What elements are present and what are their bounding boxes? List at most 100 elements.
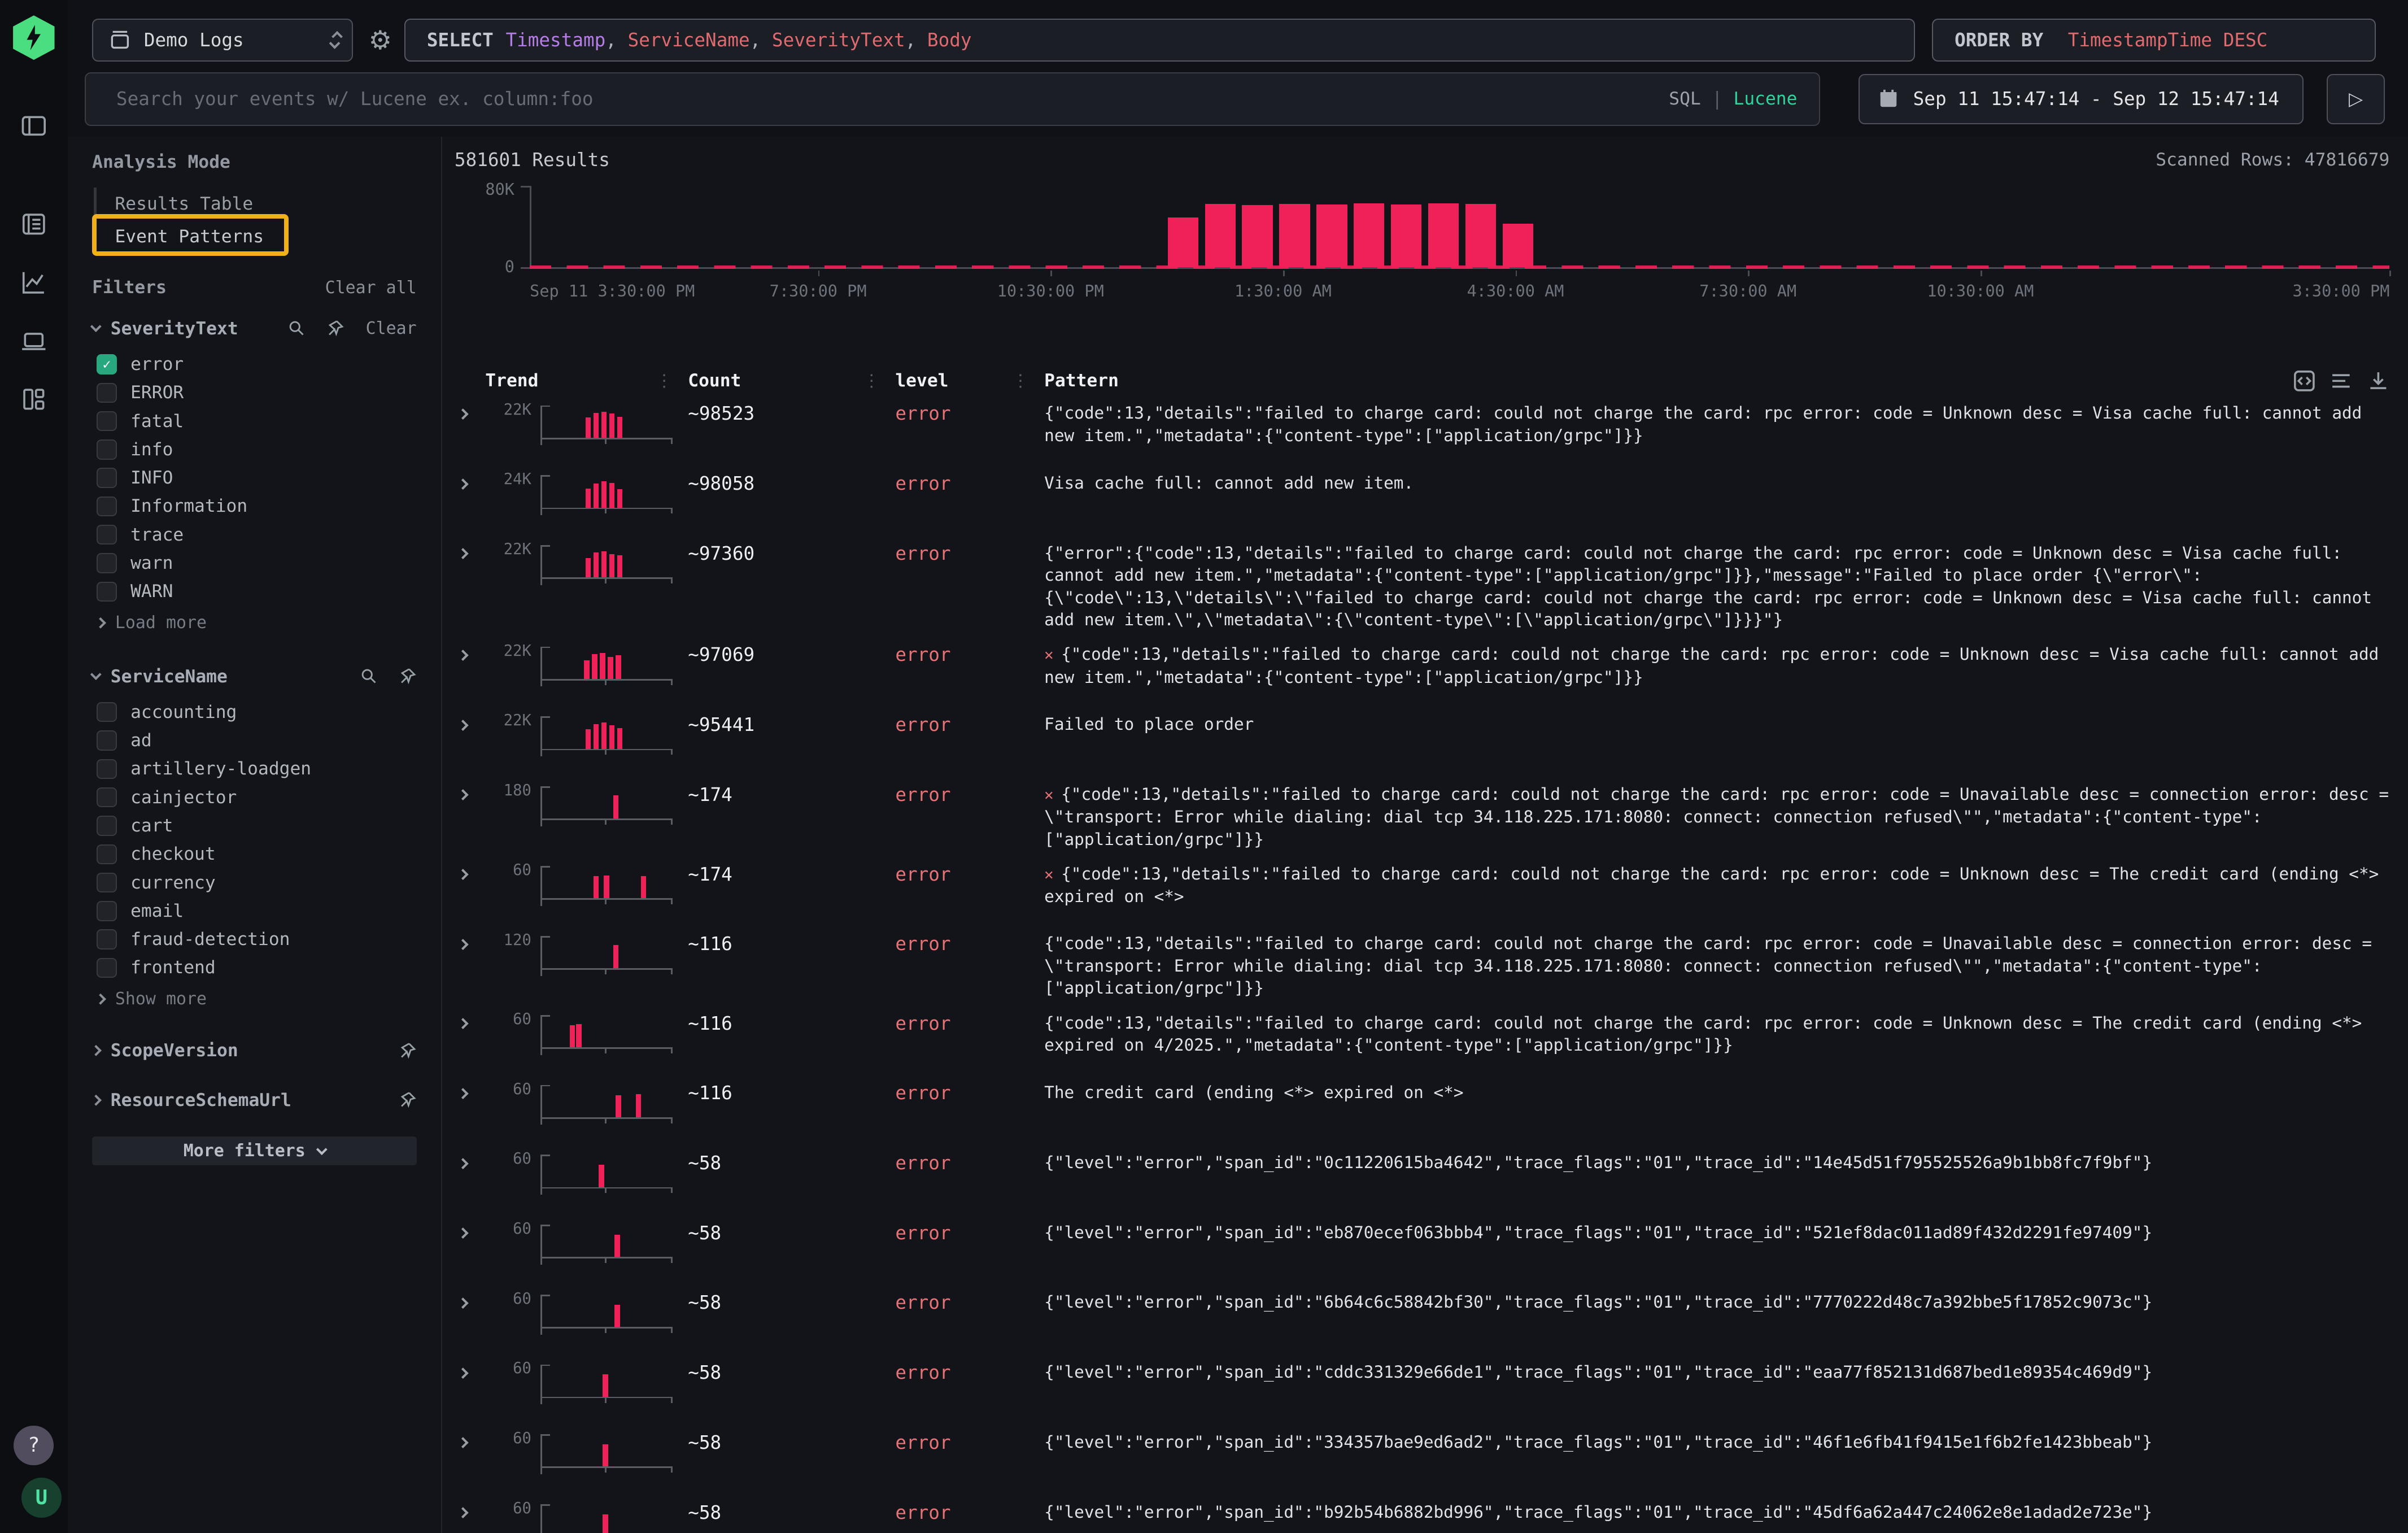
filter-option-WARN[interactable]: WARN	[97, 577, 416, 606]
checkbox[interactable]	[97, 582, 116, 602]
row-expand-chevron[interactable]	[455, 643, 485, 659]
table-row[interactable]: 120 ~116 error {"code":13,"details":"fai…	[455, 927, 2408, 1006]
checkbox[interactable]	[97, 702, 116, 722]
histogram-bar[interactable]	[1465, 204, 1496, 267]
search-icon[interactable]	[360, 667, 378, 686]
histogram-bar[interactable]	[1205, 204, 1236, 267]
dashboards-icon[interactable]	[19, 384, 49, 415]
histogram-bar[interactable]	[1354, 203, 1384, 267]
table-row[interactable]: 24K ~98058 error Visa cache full: cannot…	[455, 466, 2408, 536]
checkbox[interactable]	[97, 844, 116, 864]
pin-icon[interactable]	[398, 1042, 417, 1060]
checkbox[interactable]	[97, 787, 116, 807]
filter-option-error[interactable]: ✓error	[97, 350, 416, 378]
checkbox[interactable]	[97, 553, 116, 573]
checkbox[interactable]	[97, 873, 116, 892]
table-row[interactable]: 60 ~58 error {"level":"error","span_id":…	[455, 1146, 2408, 1216]
filter-option-email[interactable]: email	[97, 897, 416, 925]
row-expand-chevron[interactable]	[455, 1222, 485, 1237]
mode-toggle-lucene[interactable]: Lucene	[1734, 89, 1798, 109]
sql-select-input[interactable]: SELECT Timestamp, ServiceName, SeverityT…	[404, 19, 1915, 62]
checkbox[interactable]	[97, 901, 116, 921]
histogram-bar[interactable]	[1391, 204, 1421, 267]
row-expand-chevron[interactable]	[455, 783, 485, 799]
checkbox[interactable]	[97, 468, 116, 487]
histogram-bar[interactable]	[1242, 205, 1272, 267]
table-row[interactable]: 180 ~174 error ✕{"code":13,"details":"fa…	[455, 777, 2408, 857]
row-expand-chevron[interactable]	[455, 933, 485, 948]
table-row[interactable]: 60 ~58 error {"level":"error","span_id":…	[455, 1216, 2408, 1286]
col-header-level[interactable]: level	[895, 371, 948, 391]
col-header-count[interactable]: Count	[688, 371, 741, 391]
mode-event-patterns[interactable]: Event Patterns	[94, 220, 417, 253]
col-header-trend[interactable]: Trend	[485, 371, 538, 391]
checkbox[interactable]	[97, 929, 116, 949]
filter-option-accounting[interactable]: accounting	[97, 698, 416, 726]
filter-option-ad[interactable]: ad	[97, 726, 416, 755]
gear-icon[interactable]: ⚙	[369, 25, 392, 55]
filter-option-frontend[interactable]: frontend	[97, 953, 416, 982]
table-row[interactable]: 60 ~58 error {"level":"error","span_id":…	[455, 1355, 2408, 1425]
order-by-input[interactable]: ORDER BY TimestampTime DESC	[1932, 19, 2376, 62]
table-row[interactable]: 60 ~116 error {"code":13,"details":"fail…	[455, 1006, 2408, 1076]
filter-option-trace[interactable]: trace	[97, 521, 416, 549]
source-selector[interactable]: Demo Logs	[92, 19, 353, 62]
checkbox[interactable]	[97, 383, 116, 403]
download-icon[interactable]	[2367, 369, 2390, 393]
filter-option-currency[interactable]: currency	[97, 868, 416, 896]
row-expand-chevron[interactable]	[455, 713, 485, 729]
histogram-bar[interactable]	[1168, 217, 1198, 267]
checkbox[interactable]	[97, 439, 116, 459]
filter-option-cart[interactable]: cart	[97, 812, 416, 840]
search-icon[interactable]	[287, 319, 306, 338]
table-row[interactable]: 22K ~98523 error {"code":13,"details":"f…	[455, 396, 2408, 466]
filter-option-fatal[interactable]: fatal	[97, 407, 416, 435]
user-avatar[interactable]: U	[21, 1478, 62, 1518]
pin-icon[interactable]	[326, 319, 344, 338]
chevron-down-icon[interactable]	[90, 669, 101, 680]
row-expand-chevron[interactable]	[455, 863, 485, 878]
column-handle-icon[interactable]: ⋮	[863, 371, 895, 391]
histogram-bar[interactable]	[1316, 204, 1347, 267]
clear-all-button[interactable]: Clear all	[325, 278, 417, 298]
col-header-pattern[interactable]: Pattern	[1044, 371, 1119, 391]
checkbox[interactable]	[97, 497, 116, 516]
row-expand-chevron[interactable]	[455, 402, 485, 417]
filter-option-info[interactable]: info	[97, 435, 416, 464]
help-button[interactable]: ?	[14, 1426, 54, 1466]
filter-option-ERROR[interactable]: ERROR	[97, 378, 416, 407]
group-name[interactable]: ServiceName	[111, 667, 340, 687]
mode-toggle-sql[interactable]: SQL	[1669, 89, 1700, 109]
row-lines-icon[interactable]	[2330, 369, 2353, 393]
checkbox[interactable]	[97, 730, 116, 750]
table-row[interactable]: 22K ~95441 error Failed to place order	[455, 707, 2408, 777]
hyperdx-logo-icon[interactable]	[13, 15, 54, 60]
row-expand-chevron[interactable]	[455, 1152, 485, 1167]
time-range-picker[interactable]: Sep 11 15:47:14 - Sep 12 15:47:14	[1859, 74, 2304, 125]
row-expand-chevron[interactable]	[455, 1012, 485, 1027]
filter-option-Information[interactable]: Information	[97, 492, 416, 520]
filter-option-checkout[interactable]: checkout	[97, 840, 416, 868]
sidebar-toggle-icon[interactable]	[19, 111, 49, 141]
row-expand-chevron[interactable]	[455, 1291, 485, 1306]
run-query-button[interactable]: ▷	[2327, 74, 2385, 125]
table-row[interactable]: 60 ~58 error {"level":"error","span_id":…	[455, 1425, 2408, 1495]
checkbox[interactable]	[97, 759, 116, 779]
checkbox[interactable]	[97, 525, 116, 545]
table-row[interactable]: 22K ~97360 error {"error":{"code":13,"de…	[455, 536, 2408, 638]
row-expand-chevron[interactable]	[455, 1361, 485, 1377]
column-handle-icon[interactable]: ⋮	[1012, 371, 1044, 391]
severity-clear-button[interactable]: Clear	[366, 319, 417, 338]
chart-icon[interactable]	[19, 267, 49, 298]
more-filters-button[interactable]: More filters	[92, 1136, 417, 1166]
checkbox[interactable]	[97, 958, 116, 978]
mode-results-table[interactable]: Results Table	[94, 188, 417, 220]
search-input[interactable]: Search your events w/ Lucene ex. column:…	[85, 72, 1820, 126]
chevron-down-icon[interactable]	[90, 321, 101, 332]
filter-option-INFO[interactable]: INFO	[97, 464, 416, 492]
row-expand-chevron[interactable]	[455, 542, 485, 558]
filter-option-artillery-loadgen[interactable]: artillery-loadgen	[97, 755, 416, 783]
row-expand-chevron[interactable]	[455, 1431, 485, 1447]
checkbox[interactable]: ✓	[97, 354, 116, 374]
table-row[interactable]: 60 ~58 error {"level":"error","span_id":…	[455, 1495, 2408, 1533]
